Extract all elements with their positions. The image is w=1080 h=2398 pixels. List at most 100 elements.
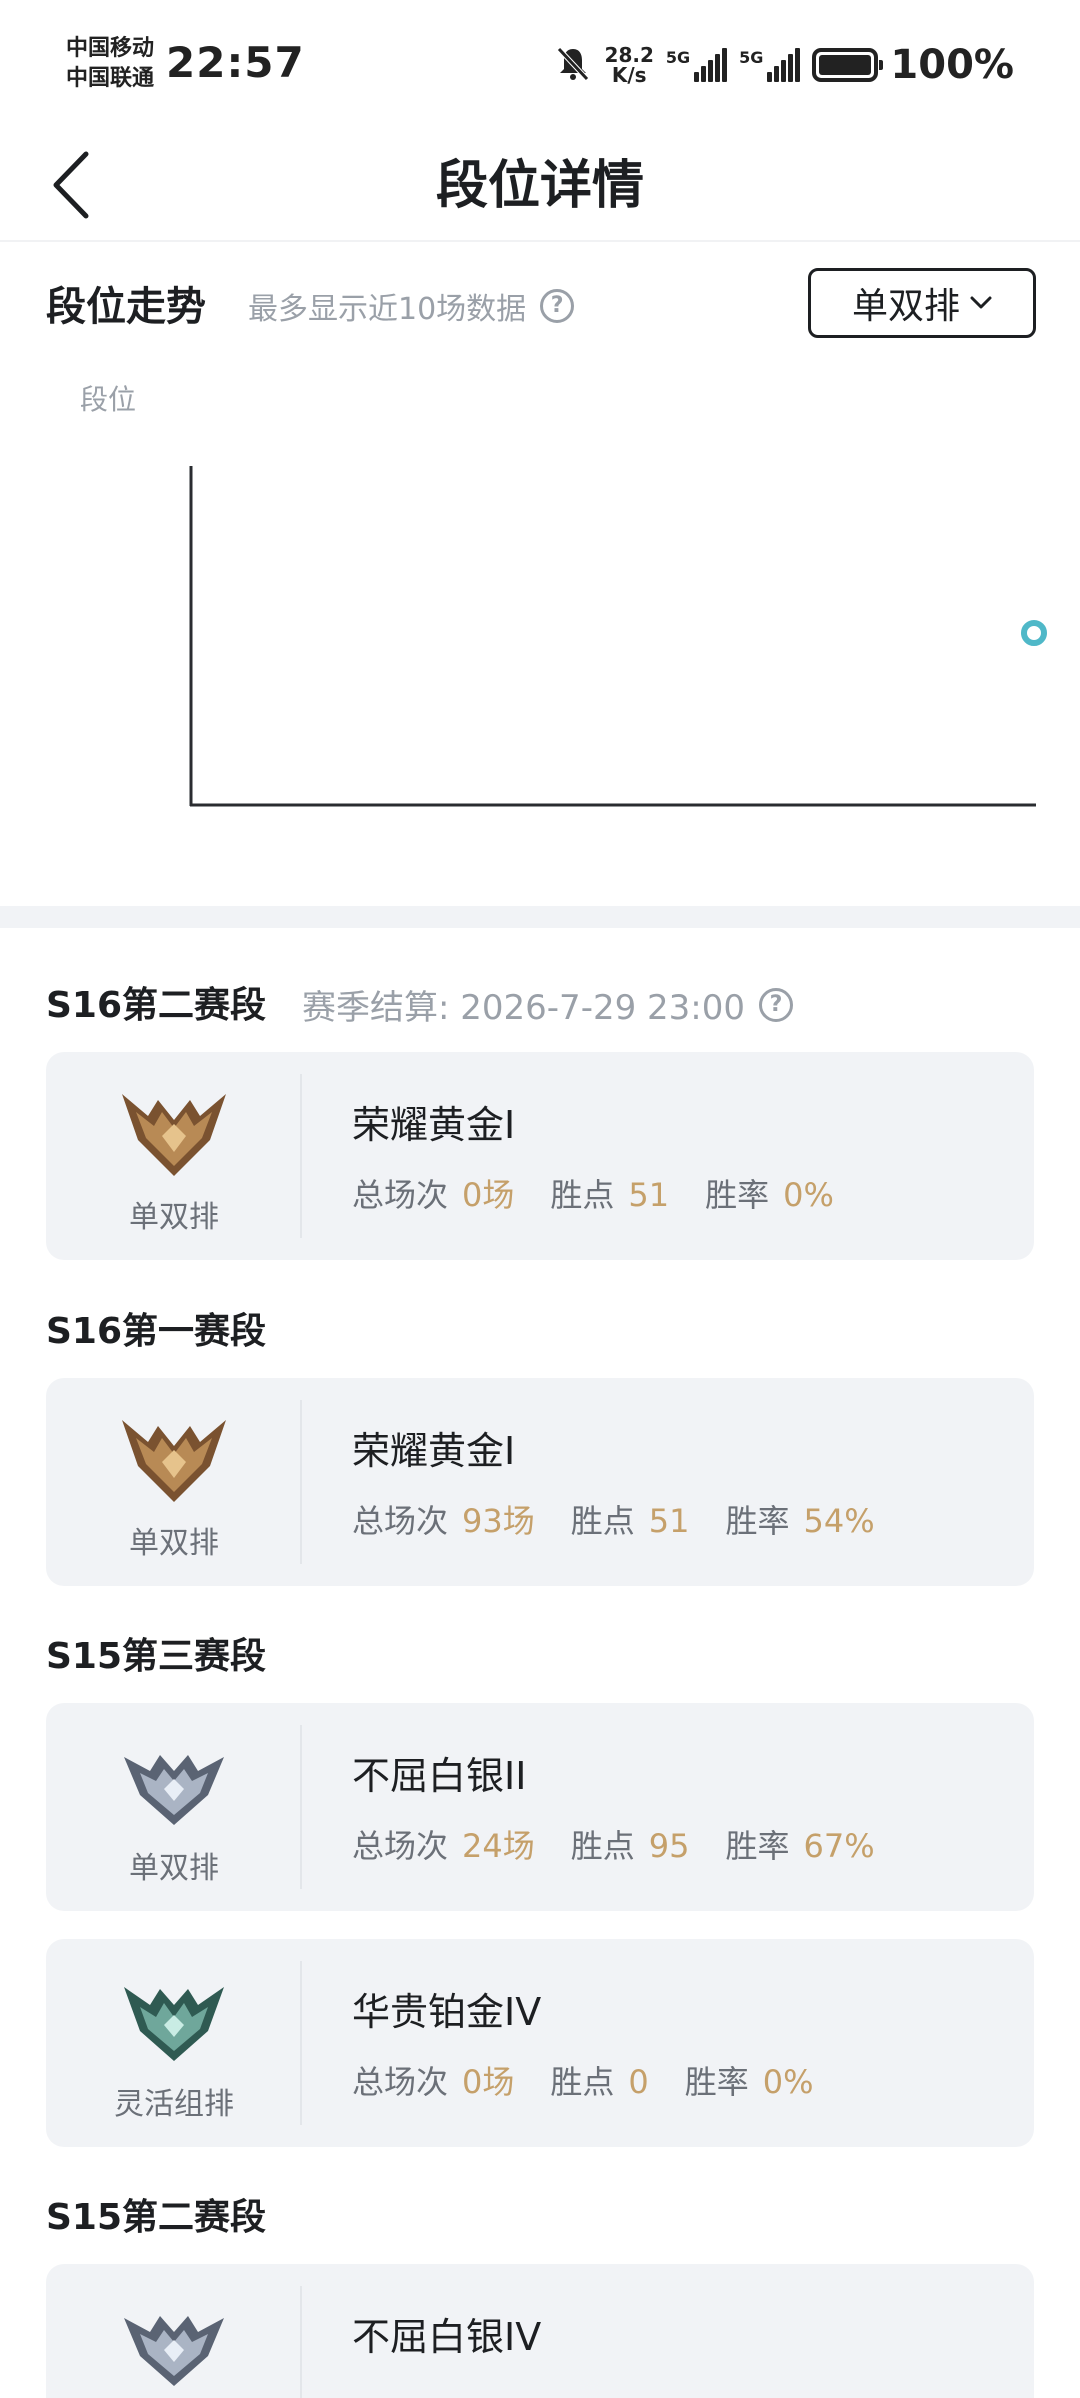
stats-row: 总场次 0场 胜点 51 胜率 0% <box>352 1170 834 1216</box>
help-icon[interactable]: ? <box>759 987 794 1022</box>
platinum-emblem-icon <box>124 1987 224 2061</box>
silver-emblem-icon <box>124 2316 224 2386</box>
stat-label: 总场次 <box>352 1502 449 1540</box>
stat-winrate: 胜率 0% <box>705 1170 834 1216</box>
stat-label: 总场次 <box>352 1176 449 1214</box>
tier-name: 荣耀黄金I <box>352 1103 516 1147</box>
tier-name: 不屈白银IV <box>352 2315 542 2359</box>
gold-emblem-icon <box>122 1420 226 1502</box>
signal-icon: 5G <box>665 48 728 82</box>
rank-card[interactable]: 不屈白银IV <box>46 2264 1034 2398</box>
rank-card[interactable]: 单双排 荣耀黄金I 总场次 0场 胜点 51 胜率 0% <box>46 1052 1034 1260</box>
stats-row: 总场次 0场 胜点 0 胜率 0% <box>352 2057 814 2103</box>
season-title: S15第二赛段 <box>46 2197 267 2238</box>
stat-winrate: 胜率 0% <box>685 2057 814 2103</box>
stat-value: 51 <box>628 1176 670 1214</box>
trend-header: 段位走势 最多显示近10场数据 ? 单双排 <box>46 268 1036 338</box>
stat-value: 0场 <box>462 1176 515 1214</box>
status-icons: 28.2 K/s 5G 5G 100% <box>553 40 1014 90</box>
stat-label: 胜点 <box>570 1827 635 1865</box>
stat-games: 总场次 0场 <box>352 2057 514 2103</box>
carrier-info: 中国移动 中国联通 <box>66 34 154 94</box>
net-speed-value: 28.2 <box>604 43 654 67</box>
rank-card[interactable]: 灵活组排 华贵铂金IV 总场次 0场 胜点 0 胜率 0% <box>46 1939 1034 2147</box>
stat-label: 胜率 <box>725 1827 790 1865</box>
silver-emblem-icon <box>124 1755 224 1825</box>
stat-value: 24场 <box>462 1827 535 1865</box>
status-bar: 中国移动 中国联通 22:57 28.2 K/s 5G 5G 100% <box>0 0 1080 130</box>
stat-label: 胜率 <box>725 1502 790 1540</box>
net-speed-unit: K/s <box>611 63 647 87</box>
nav-bar: 段位详情 <box>0 130 1080 242</box>
card-divider <box>300 1074 302 1238</box>
stat-label: 胜率 <box>684 2063 749 2101</box>
tier-name: 不屈白银II <box>352 1754 527 1798</box>
card-divider <box>300 1961 302 2125</box>
stat-games: 总场次 93场 <box>352 1496 535 1542</box>
stat-games: 总场次 0场 <box>352 1170 514 1216</box>
rank-card-left <box>46 2264 302 2398</box>
y-axis-title: 段位 <box>80 383 137 416</box>
help-icon[interactable]: ? <box>540 289 575 323</box>
rank-card[interactable]: 单双排 不屈白银II 总场次 24场 胜点 95 胜率 67% <box>46 1703 1034 1911</box>
queue-selector[interactable]: 单双排 <box>808 268 1036 338</box>
stat-value: 0% <box>762 2063 814 2101</box>
stat-points: 胜点 51 <box>550 1170 669 1216</box>
season-settle: 赛季结算: 2026-7-29 23:00 ? <box>302 980 794 1029</box>
stat-games: 总场次 24场 <box>352 1821 535 1867</box>
rank-card[interactable]: 单双排 荣耀黄金I 总场次 93场 胜点 51 胜率 54% <box>46 1378 1034 1586</box>
card-queue: 灵活组排 <box>114 2087 234 2122</box>
trend-title: 段位走势 <box>46 284 206 330</box>
season-settle-text: 赛季结算: 2026-7-29 23:00 <box>302 988 746 1028</box>
carrier-1: 中国移动 <box>66 36 155 61</box>
rank-card-left: 灵活组排 <box>46 1939 302 2147</box>
card-divider <box>300 1400 302 1564</box>
stat-value: 67% <box>803 1827 875 1865</box>
mute-icon <box>553 43 593 87</box>
stat-label: 胜点 <box>550 2063 615 2101</box>
stat-label: 总场次 <box>352 1827 449 1865</box>
stat-points: 胜点 0 <box>550 2057 648 2103</box>
battery-percent: 100% <box>890 42 1014 88</box>
stat-value: 51 <box>648 1502 690 1540</box>
card-queue: 单双排 <box>129 1526 219 1561</box>
season-title: S16第一赛段 <box>46 1311 267 1352</box>
carrier-2: 中国联通 <box>66 66 155 91</box>
section-divider <box>0 906 1080 928</box>
signal-label: 5G <box>665 48 691 67</box>
stat-value: 0 <box>628 2063 649 2101</box>
stat-winrate: 胜率 54% <box>725 1496 874 1542</box>
stat-value: 0% <box>783 1176 834 1214</box>
stat-value: 93场 <box>462 1502 535 1540</box>
stat-value: 54% <box>803 1502 875 1540</box>
stat-points: 胜点 95 <box>571 1821 690 1867</box>
tier-name: 荣耀黄金I <box>352 1429 516 1473</box>
stat-label: 胜率 <box>705 1176 770 1214</box>
tier-name: 华贵铂金IV <box>352 1990 542 2034</box>
rank-trend-chart <box>189 466 1047 807</box>
chart-point[interactable] <box>1021 620 1047 646</box>
stat-value: 95 <box>648 1827 690 1865</box>
signal-label: 5G <box>739 48 764 67</box>
stat-winrate: 胜率 67% <box>725 1821 874 1867</box>
net-speed: 28.2 K/s <box>605 45 654 85</box>
stat-label: 胜点 <box>570 1502 635 1540</box>
trend-hint: 最多显示近10场数据 ? <box>248 284 575 328</box>
clock: 22:57 <box>166 38 305 87</box>
stat-points: 胜点 51 <box>571 1496 690 1542</box>
card-divider <box>300 1725 302 1889</box>
season-title: S16第二赛段 <box>46 985 267 1026</box>
chevron-down-icon <box>970 296 992 309</box>
stat-label: 总场次 <box>352 2063 449 2101</box>
rank-card-left: 单双排 <box>46 1052 302 1260</box>
signal-icon: 5G <box>739 48 801 82</box>
gold-emblem-icon <box>122 1094 226 1176</box>
page-title: 段位详情 <box>435 156 644 216</box>
card-queue: 单双排 <box>129 1851 219 1886</box>
stat-value: 0场 <box>462 2063 515 2101</box>
stats-row: 总场次 93场 胜点 51 胜率 54% <box>352 1496 875 1542</box>
queue-selector-label: 单双排 <box>851 286 960 327</box>
stats-row: 总场次 24场 胜点 95 胜率 67% <box>352 1821 875 1867</box>
season-title: S15第三赛段 <box>46 1636 267 1677</box>
rank-card-left: 单双排 <box>46 1703 302 1911</box>
